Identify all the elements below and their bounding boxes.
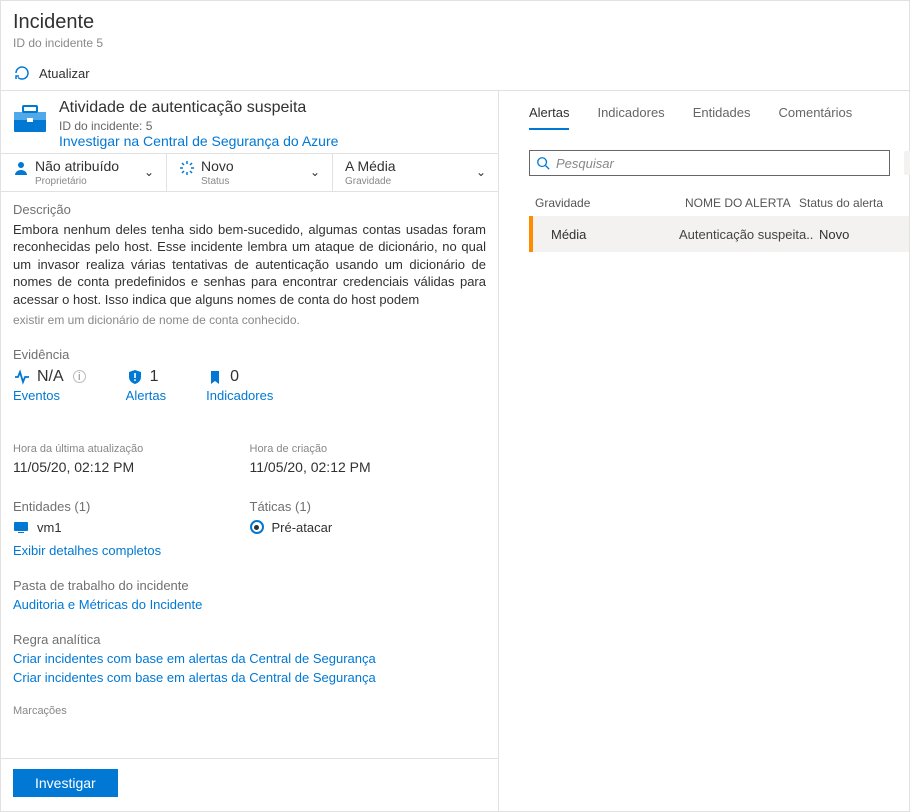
updated-label: Hora da última atualização — [13, 443, 250, 455]
refresh-icon[interactable] — [13, 64, 31, 82]
tab-alerts[interactable]: Alertas — [529, 105, 569, 130]
tactic-name: Pré-atacar — [272, 520, 333, 535]
search-icon — [536, 156, 550, 170]
tactics-label: Táticas (1) — [250, 499, 487, 514]
tab-bookmarks[interactable]: Indicadores — [597, 105, 664, 130]
owner-value: Não atribuído — [35, 158, 119, 175]
incident-summary-header: Atividade de autenticação suspeita ID do… — [1, 91, 498, 153]
briefcase-icon — [13, 103, 47, 133]
events-label: Eventos — [13, 388, 86, 403]
chevron-down-icon: ⌄ — [144, 165, 154, 179]
entities-label: Entidades (1) — [13, 499, 250, 514]
events-value: N/A — [37, 368, 64, 386]
entity-name: vm1 — [37, 520, 62, 535]
entity-item[interactable]: vm1 — [13, 520, 250, 535]
rule-link-2[interactable]: Criar incidentes com base em alertas da … — [13, 670, 486, 685]
alerts-value: 1 — [150, 368, 159, 386]
investigate-button[interactable]: Investigar — [13, 769, 118, 797]
severity-value: A Média — [345, 158, 396, 175]
created-label: Hora de criação — [250, 443, 487, 455]
severity-bar-medium — [529, 216, 533, 252]
bookmark-icon — [206, 368, 224, 386]
updated-value: 11/05/20, 02:12 PM — [13, 459, 250, 475]
investigate-asc-link[interactable]: Investigar na Central de Segurança do Az… — [59, 133, 338, 149]
severity-dropdown[interactable]: A Média Gravidade ⌄ — [333, 154, 498, 191]
tactic-item: Pré-atacar — [250, 520, 487, 535]
owner-dropdown[interactable]: Não atribuído Proprietário ⌄ — [1, 154, 167, 191]
evidence-bookmarks[interactable]: 0 Indicadores — [206, 368, 273, 403]
workbook-link[interactable]: Auditoria e Métricas do Incidente — [13, 597, 486, 612]
evidence-label: Evidência — [13, 347, 486, 362]
row-alert-name: Autenticação suspeita.. — [679, 227, 819, 242]
incident-id: ID do incidente: 5 — [59, 119, 338, 133]
bookmarks-label: Indicadores — [206, 388, 273, 403]
workbook-label: Pasta de trabalho do incidente — [13, 578, 486, 593]
rule-link-1[interactable]: Criar incidentes com base em alertas da … — [13, 651, 486, 666]
tags-label: Marcações — [13, 705, 486, 717]
bookmarks-value: 0 — [230, 368, 239, 386]
tab-comments[interactable]: Comentários — [779, 105, 853, 130]
chevron-down-icon: ⌄ — [310, 165, 320, 179]
chevron-down-icon: ⌄ — [476, 165, 486, 179]
row-alert-status: Novo — [819, 227, 909, 242]
th-severity: Gravidade — [535, 196, 685, 210]
refresh-button[interactable]: Atualizar — [39, 66, 90, 81]
info-icon[interactable]: i — [73, 370, 86, 383]
tab-entities[interactable]: Entidades — [693, 105, 751, 130]
description-body: Embora nenhum deles tenha sido bem-suced… — [13, 221, 486, 309]
incident-title: Atividade de autenticação suspeita — [59, 99, 338, 117]
owner-label: Proprietário — [35, 176, 119, 187]
alert-row[interactable]: Média Autenticação suspeita.. Novo — [529, 216, 909, 252]
person-icon — [13, 160, 29, 176]
severity-label: Gravidade — [345, 176, 396, 187]
search-box[interactable] — [529, 150, 890, 176]
search-input[interactable] — [556, 156, 883, 171]
status-label: Status — [201, 176, 234, 187]
row-severity: Média — [551, 227, 679, 242]
alerts-table-header: Gravidade NOME DO ALERTA Status do alert… — [529, 196, 909, 216]
severity-filter-button[interactable]: Se — [904, 151, 910, 175]
evidence-events[interactable]: N/A i Eventos — [13, 368, 86, 403]
th-alert-name: NOME DO ALERTA — [685, 196, 799, 210]
th-alert-status: Status do alerta — [799, 196, 909, 210]
description-label: Descrição — [13, 202, 486, 217]
details-scroll[interactable]: Descrição Embora nenhum deles tenha sido… — [1, 192, 498, 758]
incident-id-subtitle: ID do incidente 5 — [13, 36, 897, 50]
status-new-icon — [179, 160, 195, 176]
command-bar: Atualizar — [1, 56, 909, 90]
host-icon — [13, 521, 29, 533]
evidence-alerts[interactable]: 1 Alertas — [126, 368, 166, 403]
right-tabs: Alertas Indicadores Entidades Comentário… — [529, 105, 909, 130]
status-dropdown[interactable]: Novo Status ⌄ — [167, 154, 333, 191]
page-title: Incidente — [13, 11, 897, 34]
shield-icon — [126, 368, 144, 386]
footer-bar: Investigar — [1, 758, 498, 811]
rule-label: Regra analítica — [13, 632, 486, 647]
activity-icon — [13, 368, 31, 386]
page-header: Incidente ID do incidente 5 — [1, 1, 909, 56]
description-tail: existir em um dicionário de nome de cont… — [13, 313, 486, 327]
full-details-link[interactable]: Exibir detalhes completos — [13, 543, 250, 558]
created-value: 11/05/20, 02:12 PM — [250, 459, 487, 475]
status-value: Novo — [201, 158, 234, 175]
alerts-label: Alertas — [126, 388, 166, 403]
target-icon — [250, 520, 264, 534]
